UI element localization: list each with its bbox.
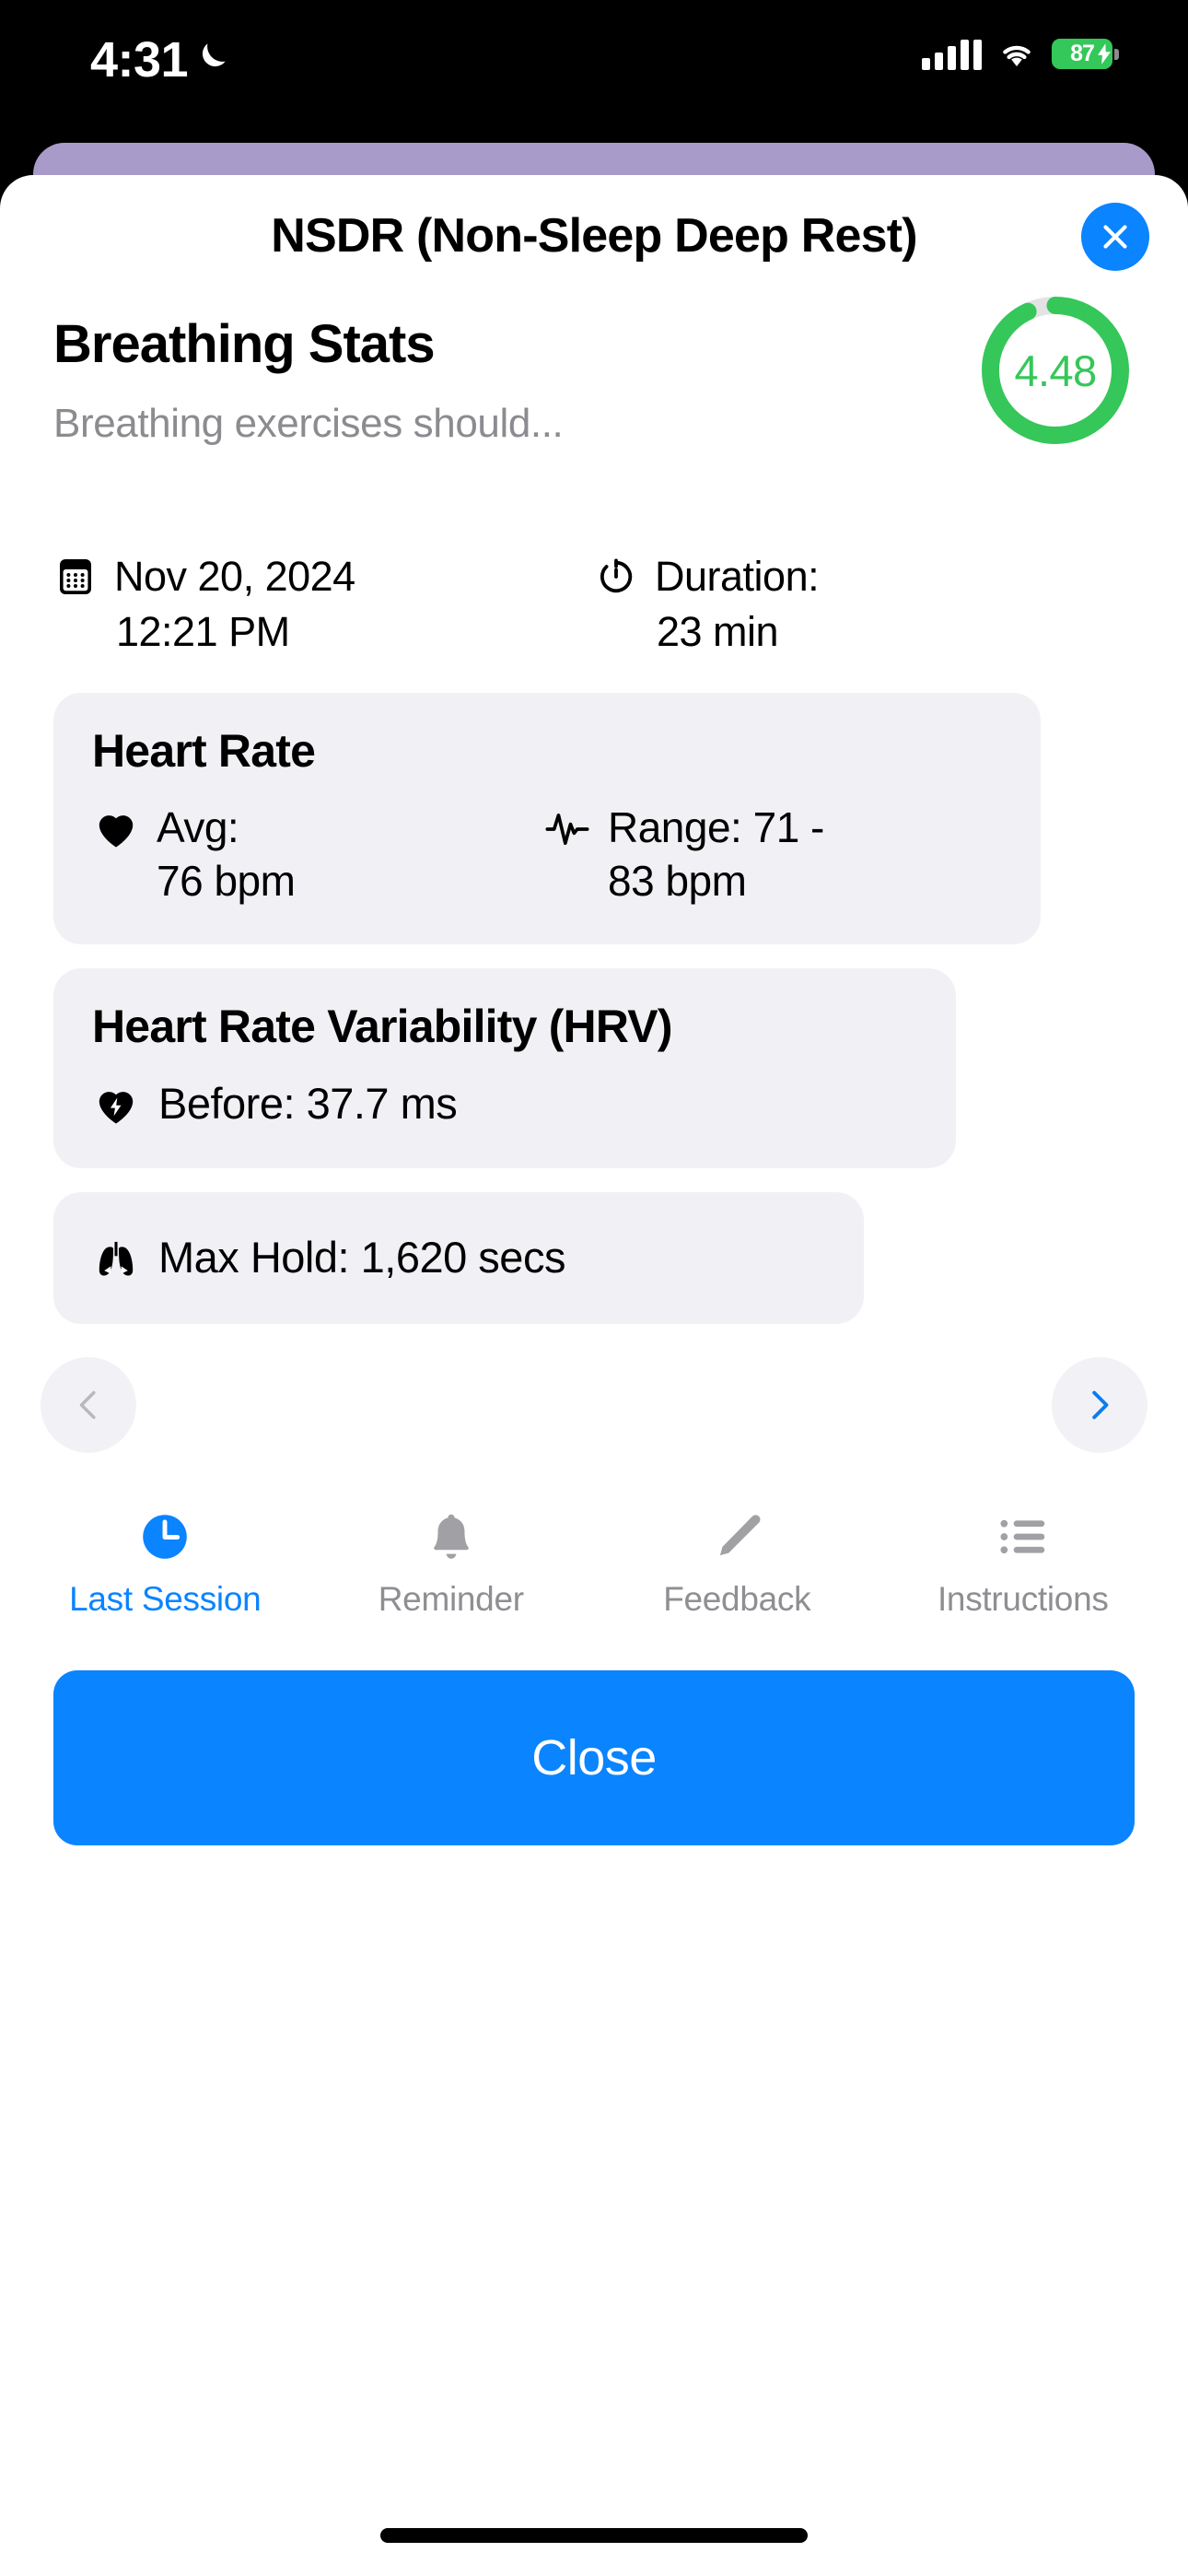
session-time: 12:21 PM (116, 608, 290, 655)
heart-bolt-icon (99, 1092, 134, 1124)
heart-rate-range: Range: 71 - 83 bpm (543, 802, 930, 907)
session-date-cell: Nov 20, 2024 12:21 PM (53, 553, 594, 656)
session-detail-modal: NSDR (Non-Sleep Deep Rest) Breathing Sta… (0, 175, 1188, 2576)
modal-header: NSDR (Non-Sleep Deep Rest) (0, 175, 1188, 286)
pencil-icon (708, 1508, 765, 1565)
heart-rate-range-label: Range: 71 - (608, 803, 824, 851)
breathing-stats-header: Breathing Stats Breathing exercises shou… (0, 286, 1188, 562)
tab-label: Reminder (378, 1579, 524, 1618)
heart-rate-card: Heart Rate Avg: 76 bpm Range: 71 - 83 bp… (53, 693, 1041, 944)
next-session-button[interactable] (1052, 1356, 1147, 1453)
home-indicator (380, 2528, 808, 2543)
tab-bar: Last Session Reminder Feedback Instructi… (0, 1508, 1188, 1619)
score-value: 4.48 (1014, 345, 1097, 395)
close-icon-button[interactable] (1081, 203, 1149, 271)
status-bar-indicators: 87 (922, 37, 1119, 70)
cellular-signal-icon (922, 37, 982, 70)
lightning-bolt-icon (1098, 42, 1111, 64)
hrv-card: Heart Rate Variability (HRV) Before: 37.… (53, 968, 956, 1168)
session-duration-cell: Duration: 23 min (594, 553, 1135, 656)
tab-last-session[interactable]: Last Session (22, 1508, 309, 1619)
tab-instructions[interactable]: Instructions (880, 1508, 1167, 1619)
tab-reminder[interactable]: Reminder (309, 1508, 595, 1619)
tab-label: Feedback (663, 1579, 811, 1618)
section-title: Breathing Stats (53, 314, 436, 374)
heart-rate-range-value: 83 bpm (608, 856, 747, 905)
heart-rate-avg: Avg: 76 bpm (92, 802, 479, 907)
battery-cap (1114, 48, 1119, 60)
list-icon (995, 1508, 1052, 1565)
score-ring: 4.48 (976, 291, 1135, 450)
hrv-before-value: Before: 37.7 ms (158, 1079, 458, 1128)
hrv-card-title: Heart Rate Variability (HRV) (92, 1001, 672, 1052)
session-pager (0, 1356, 1188, 1495)
session-meta: Nov 20, 2024 12:21 PM Duration: 23 min (0, 553, 1188, 656)
tab-label: Last Session (69, 1579, 262, 1618)
tab-label: Instructions (937, 1579, 1109, 1618)
max-hold-card: Max Hold: 1,620 secs (53, 1191, 864, 1324)
heartbeat-waveform-icon (545, 813, 589, 846)
heart-rate-avg-value: 76 bpm (157, 856, 296, 905)
previous-session-button[interactable] (41, 1356, 136, 1453)
chevron-right-icon (1092, 1390, 1109, 1419)
chevron-left-icon (79, 1390, 96, 1419)
duration-value: 23 min (657, 608, 779, 655)
close-button[interactable]: Close (53, 1669, 1135, 1845)
phone-screen: 4:31 87 NSDR (Non-Sleep Deep Rest) Breat… (0, 0, 1188, 2576)
tab-feedback[interactable]: Feedback (594, 1508, 880, 1619)
heart-rate-card-title: Heart Rate (92, 725, 316, 777)
status-bar: 4:31 87 (0, 0, 1188, 143)
heart-icon (99, 815, 134, 848)
section-subtitle: Breathing exercises should... (53, 401, 564, 446)
battery-percent: 87 (1070, 40, 1095, 66)
heart-rate-avg-label: Avg: (157, 803, 239, 851)
max-hold-value: Max Hold: 1,620 secs (158, 1232, 565, 1282)
page-title: NSDR (Non-Sleep Deep Rest) (271, 209, 917, 263)
status-bar-time: 4:31 (90, 32, 189, 88)
lungs-icon (99, 1242, 134, 1276)
close-x-icon (1103, 225, 1127, 249)
wifi-icon (1003, 45, 1031, 66)
bell-icon (423, 1508, 480, 1565)
clock-icon (136, 1508, 193, 1565)
metric-cards: Heart Rate Avg: 76 bpm Range: 71 - 83 bp… (0, 693, 1188, 1324)
moon-icon (202, 43, 226, 67)
battery-indicator: 87 (1052, 38, 1119, 69)
